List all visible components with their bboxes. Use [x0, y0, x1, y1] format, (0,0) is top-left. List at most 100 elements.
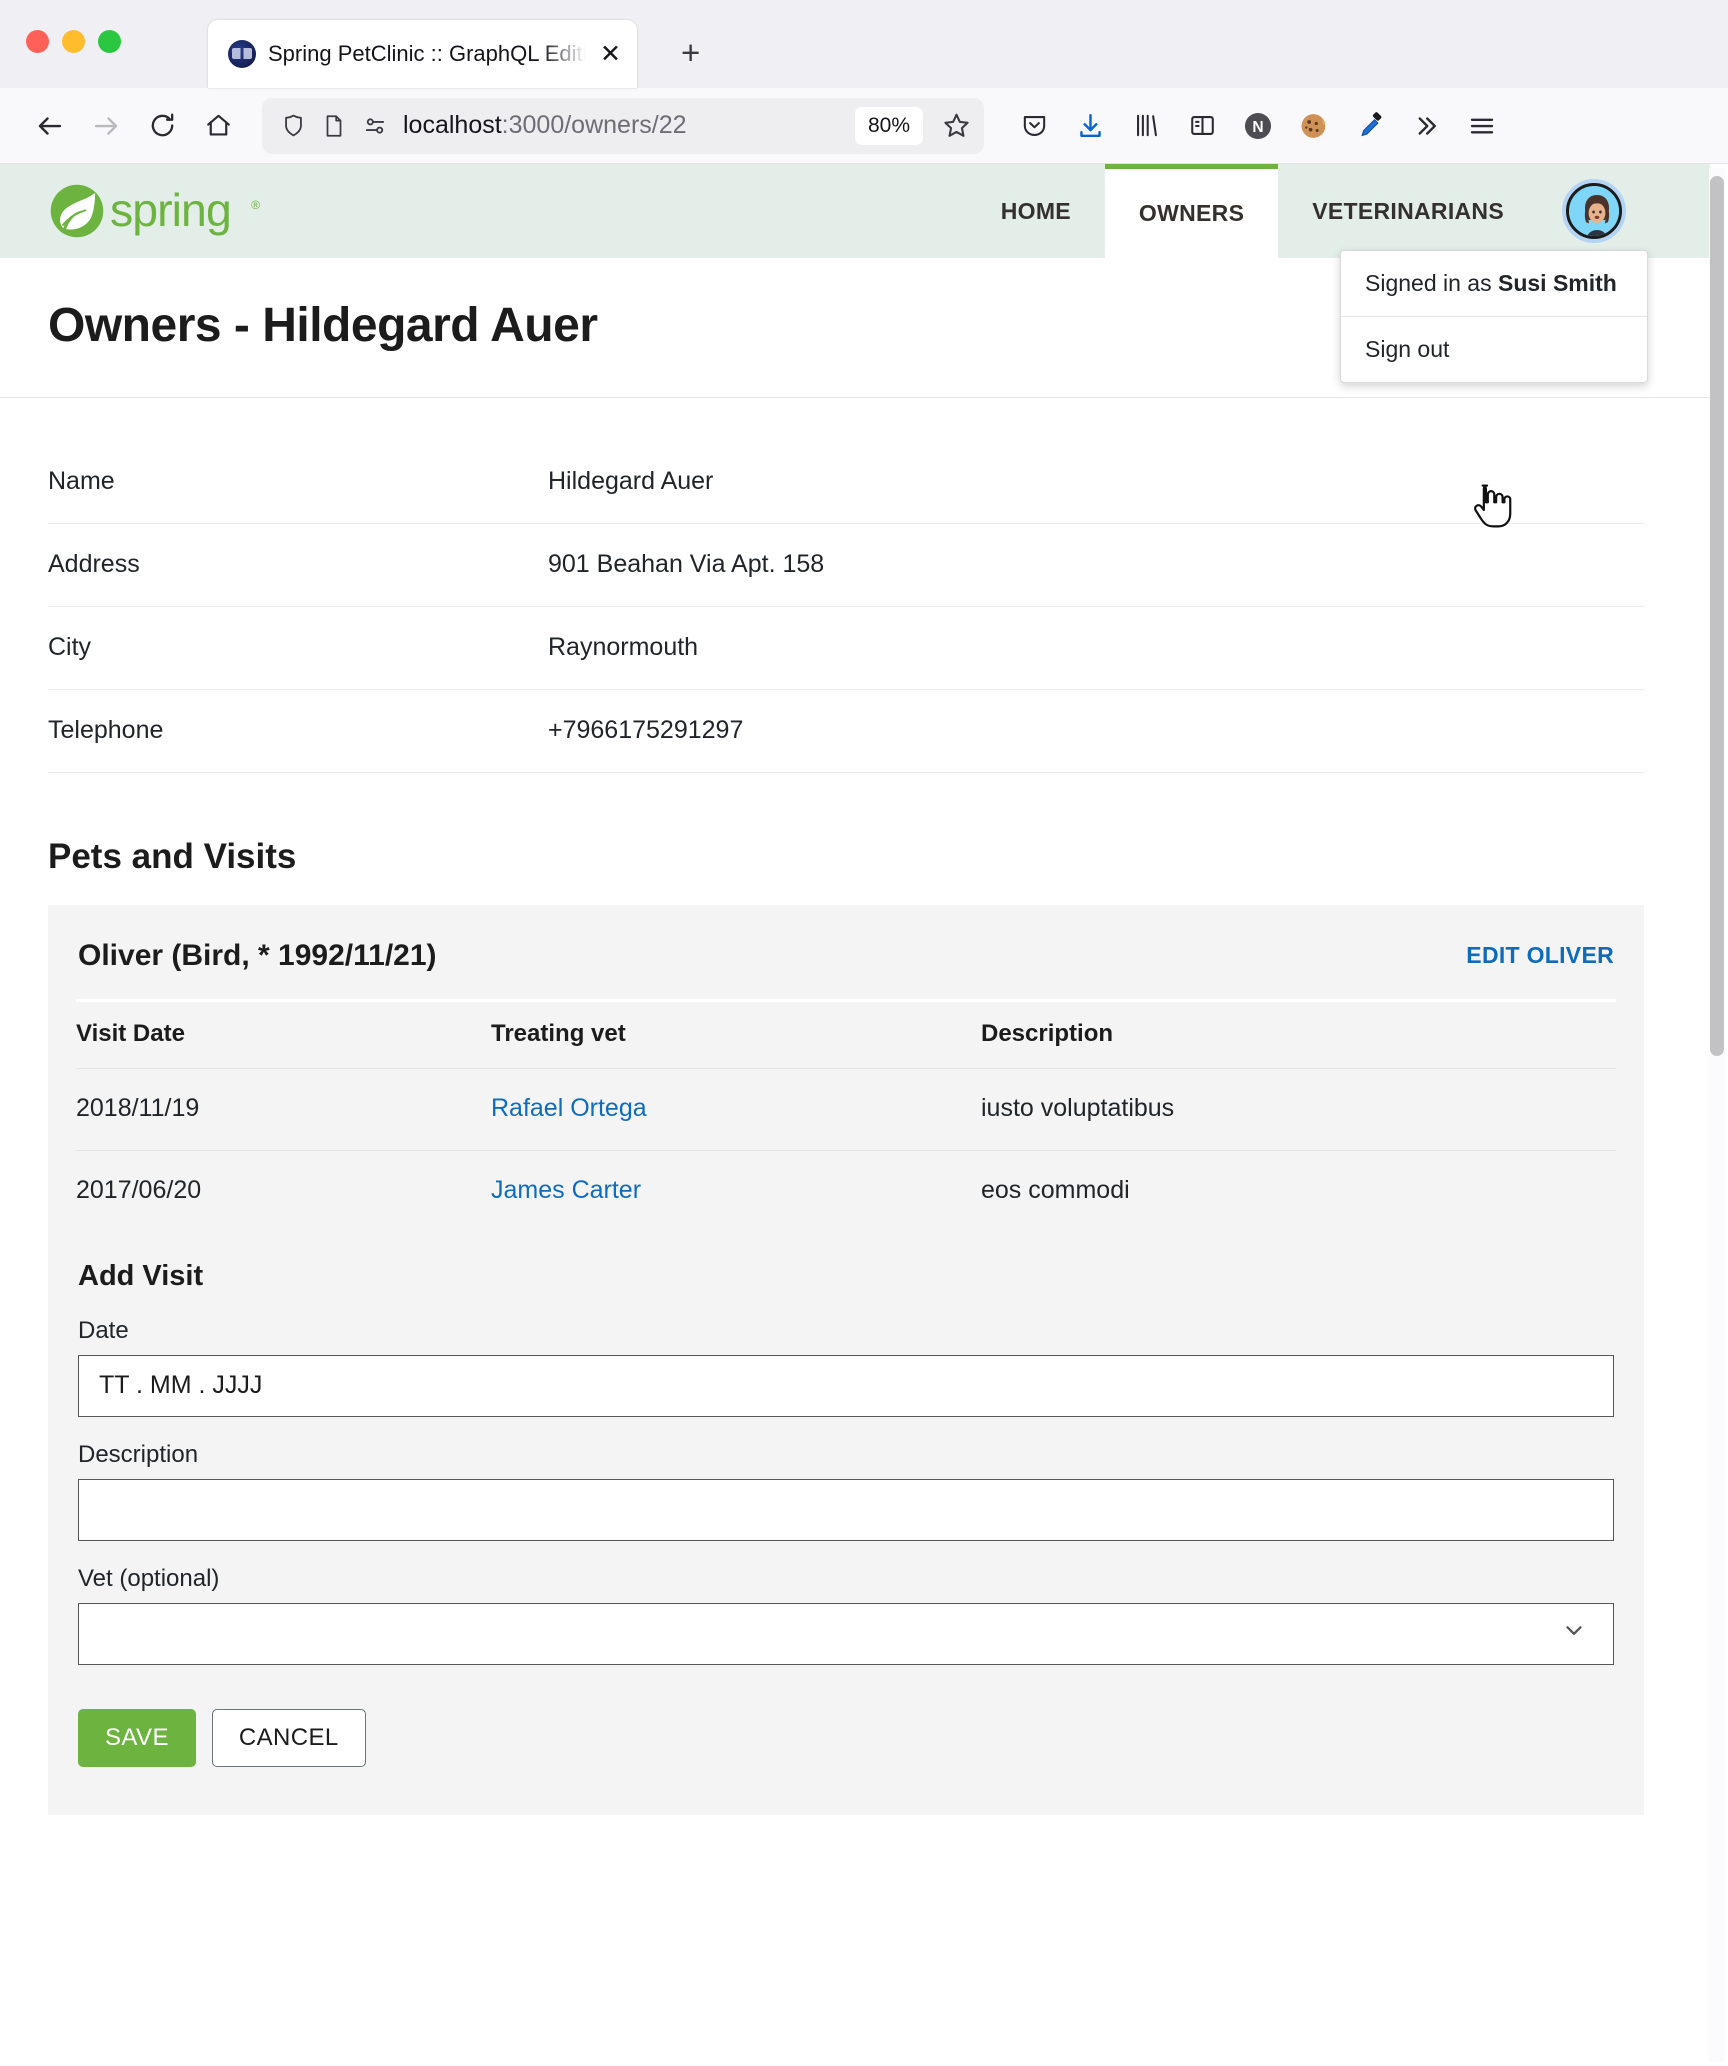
window-controls[interactable] [26, 30, 121, 53]
visits-header-row: Visit Date Treating vet Description [76, 998, 1616, 1068]
table-row: 2017/06/20 James Carter eos commodi [76, 1149, 1616, 1232]
new-tab-button[interactable]: + [681, 34, 700, 72]
table-row: City Raynormouth [48, 606, 1644, 690]
owner-telephone-value: +7966175291297 [548, 689, 1644, 773]
owner-name-label: Name [48, 440, 548, 524]
site-header: spring ® HOME OWNERS VETERINARIANS Signe… [0, 164, 1710, 528]
vet-field-group: Vet (optional) [76, 1565, 1616, 1665]
svg-text:spring: spring [110, 185, 231, 236]
home-icon[interactable] [190, 98, 246, 154]
date-input-placeholder: TT . MM . JJJJ [99, 1371, 263, 1399]
svg-text:®: ® [251, 198, 260, 212]
cancel-button[interactable]: CANCEL [211, 1708, 366, 1767]
petclinic-page: spring ® HOME OWNERS VETERINARIANS Signe… [0, 164, 1710, 1815]
owner-telephone-label: Telephone [48, 689, 548, 773]
date-field-group: Date TT . MM . JJJJ [76, 1317, 1616, 1417]
user-avatar[interactable] [1566, 183, 1622, 239]
minimize-window-button[interactable] [62, 30, 85, 53]
url-host: localhost [403, 111, 502, 139]
dropdown-signed-in-label: Signed in as Susi Smith [1341, 251, 1647, 316]
spring-wordmark: spring ® [110, 185, 260, 236]
tab-strip: Spring PetClinic :: GraphQL Editi ✕ + [208, 20, 700, 88]
visits-col-description: Description [981, 998, 1616, 1068]
visits-table: Visit Date Treating vet Description 2018… [76, 998, 1616, 1232]
maximize-window-button[interactable] [98, 30, 121, 53]
zoom-level-badge[interactable]: 80% [854, 106, 923, 145]
avatar-button[interactable] [1538, 164, 1624, 258]
visit-vet-cell: James Carter [491, 1149, 981, 1232]
table-row: Telephone +7966175291297 [48, 689, 1644, 773]
library-icon[interactable] [1118, 98, 1174, 154]
nav-item-veterinarians[interactable]: VETERINARIANS [1278, 164, 1538, 258]
browser-tab[interactable]: Spring PetClinic :: GraphQL Editi ✕ [208, 20, 637, 88]
url-bar[interactable]: localhost:3000/owners/22 80% [262, 97, 984, 154]
notion-extension-icon[interactable]: N [1230, 98, 1286, 154]
nav-item-home[interactable]: HOME [967, 164, 1105, 258]
edit-pet-link[interactable]: EDIT OLIVER [1466, 942, 1614, 969]
url-path: :3000/owners/22 [501, 111, 687, 139]
nav-item-owners[interactable]: OWNERS [1104, 164, 1279, 258]
vet-select[interactable] [78, 1602, 1614, 1665]
table-row: Name Hildegard Auer [48, 440, 1644, 524]
save-button[interactable]: SAVE [78, 1708, 196, 1767]
owner-city-label: City [48, 606, 548, 690]
visit-description: eos commodi [981, 1149, 1616, 1232]
shield-icon[interactable] [280, 112, 307, 139]
signed-in-prefix: Signed in as [1365, 270, 1498, 296]
back-arrow-icon[interactable] [22, 98, 78, 154]
page-viewport: spring ® HOME OWNERS VETERINARIANS Signe… [0, 164, 1728, 2066]
download-icon[interactable] [1062, 98, 1118, 154]
table-row: 2018/11/19 Rafael Ortega iusto voluptati… [76, 1067, 1616, 1150]
vet-link[interactable]: Rafael Ortega [491, 1094, 647, 1122]
owner-address-label: Address [48, 523, 548, 607]
extension-toolbar: N [1006, 98, 1510, 154]
hamburger-menu-icon[interactable] [1454, 98, 1510, 154]
spring-logo[interactable]: spring ® [48, 182, 286, 240]
account-dropdown: Signed in as Susi Smith Sign out [1340, 250, 1648, 383]
signed-in-username: Susi Smith [1497, 270, 1617, 296]
forward-arrow-icon[interactable] [78, 98, 134, 154]
chevron-down-icon [1561, 1617, 1587, 1650]
visit-date: 2018/11/19 [76, 1067, 491, 1150]
pet-card-header: Oliver (Bird, * 1992/11/21) EDIT OLIVER [76, 939, 1616, 973]
visits-col-vet: Treating vet [491, 998, 981, 1068]
description-input[interactable] [78, 1478, 1614, 1541]
spring-leaf-icon [50, 184, 104, 238]
tab-title: Spring PetClinic :: GraphQL Editi [268, 41, 586, 66]
permissions-icon[interactable] [361, 112, 389, 140]
visits-col-date: Visit Date [76, 998, 491, 1068]
visit-description: iusto voluptatibus [981, 1067, 1616, 1150]
table-row: Address 901 Beahan Via Apt. 158 [48, 523, 1644, 607]
description-label: Description [78, 1440, 199, 1468]
date-label: Date [78, 1316, 129, 1344]
svg-text:N: N [1252, 119, 1263, 136]
mouse-cursor-icon [1468, 482, 1512, 537]
cookie-extension-icon[interactable] [1286, 98, 1342, 154]
vet-link[interactable]: James Carter [491, 1176, 641, 1204]
sign-out-menu-item[interactable]: Sign out [1341, 316, 1647, 382]
page-icon[interactable] [321, 113, 347, 139]
eyedropper-extension-icon[interactable] [1342, 98, 1398, 154]
owner-city-value: Raynormouth [548, 606, 1644, 690]
sidebar-icon[interactable] [1174, 98, 1230, 154]
date-input[interactable]: TT . MM . JJJJ [78, 1354, 1614, 1417]
visit-vet-cell: Rafael Ortega [491, 1067, 981, 1150]
add-visit-heading: Add Visit [78, 1259, 204, 1292]
bookmark-star-icon[interactable] [941, 110, 976, 141]
pocket-icon[interactable] [1006, 98, 1062, 154]
url-text[interactable]: localhost:3000/owners/22 [403, 111, 841, 140]
reload-icon[interactable] [134, 98, 190, 154]
browser-titlebar: Spring PetClinic :: GraphQL Editi ✕ + [0, 0, 1728, 88]
site-nav: HOME OWNERS VETERINARIANS [967, 164, 1624, 258]
vet-label: Vet (optional) [78, 1564, 220, 1592]
overflow-chevrons-icon[interactable] [1398, 98, 1454, 154]
close-tab-icon[interactable]: ✕ [598, 41, 623, 67]
favicon-icon [228, 40, 256, 68]
close-window-button[interactable] [26, 30, 49, 53]
owner-details-table: Name Hildegard Auer Address 901 Beahan V… [48, 440, 1644, 773]
pet-card: Oliver (Bird, * 1992/11/21) EDIT OLIVER … [48, 904, 1644, 1815]
visit-date: 2017/06/20 [76, 1149, 491, 1232]
page-scrollbar-thumb[interactable] [1710, 176, 1724, 1056]
description-field-group: Description [76, 1441, 1616, 1541]
pets-and-visits-heading: Pets and Visits [48, 836, 297, 876]
